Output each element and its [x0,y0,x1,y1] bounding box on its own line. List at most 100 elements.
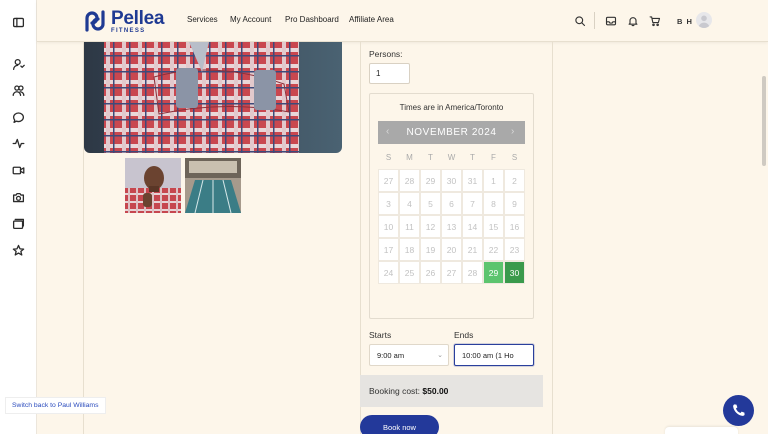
calendar-week: 3 4 5 6 7 8 9 [378,192,525,215]
starts-value: 9:00 am [377,351,405,360]
calendar-grid: S M T W T F S 27 28 29 30 31 1 2 3 4 5 6… [378,146,525,284]
starts-select[interactable]: 9:00 am ⌄ [369,344,449,366]
calendar-day: 27 [441,261,462,284]
calendar-day: 28 [399,169,420,192]
ends-value: 10:00 am (1 Ho [462,351,514,360]
brand-logo[interactable]: Pellea FITNESS [83,8,165,34]
calendar-day: 28 [462,261,483,284]
calendar-week: 24 25 26 27 28 29 30 [378,261,525,284]
thumbnail-portrait[interactable] [125,158,181,213]
calendar-day: 29 [420,169,441,192]
calendar-day: 31 [462,169,483,192]
calendar-day: 27 [378,169,399,192]
calendar-day: 12 [420,215,441,238]
users-icon[interactable] [11,83,25,97]
book-now-button[interactable]: Book now [360,415,439,434]
calendar-day: 22 [483,238,504,261]
ends-select[interactable]: 10:00 am (1 Ho [454,344,534,366]
sidebar-toggle-icon[interactable] [11,15,25,29]
calendar-day: 8 [483,192,504,215]
calendar-week: 27 28 29 30 31 1 2 [378,169,525,192]
scrollbar[interactable] [762,76,766,166]
left-sidebar [0,0,37,434]
weekday-label: T [470,153,475,162]
calendar-day: 1 [483,169,504,192]
thumbnail-pool[interactable] [185,158,241,213]
nav-my-account[interactable]: My Account [230,15,271,24]
calendar-day: 9 [504,192,525,215]
calendar-day: 13 [441,215,462,238]
persons-input[interactable]: 1 [369,63,410,84]
cost-value: $50.00 [422,386,449,396]
search-icon[interactable] [573,14,587,28]
timezone-note: Times are in America/Toronto [399,103,504,112]
calendar-day: 16 [504,215,525,238]
bell-icon[interactable] [626,14,640,28]
calendar-day: 17 [378,238,399,261]
chat-icon[interactable] [11,110,25,124]
phone-icon [733,404,745,416]
logo-subtitle: FITNESS [111,28,146,34]
nav-affiliate-area[interactable]: Affiliate Area [349,15,394,24]
weekday-label: S [385,153,392,162]
nav-services[interactable]: Services [187,15,218,24]
video-icon[interactable] [11,163,25,177]
chevron-down-icon: ⌄ [437,352,443,359]
calendar-week: 10 11 12 13 14 15 16 [378,215,525,238]
cards-icon[interactable] [11,216,25,230]
calendar-day: 20 [441,238,462,261]
calendar-month-label: NOVEMBER 2024 [406,127,497,138]
calendar-day: 25 [399,261,420,284]
header-divider [594,12,595,29]
calendar-day: 15 [483,215,504,238]
calendar-day: 14 [462,215,483,238]
weekday-label: F [491,153,496,162]
weekday-row: S M T W T F S [378,146,525,169]
calendar-day: 24 [378,261,399,284]
camera-icon[interactable] [11,190,25,204]
calendar-header: ‹ NOVEMBER 2024 › [378,121,525,144]
calendar-day: 6 [441,192,462,215]
user-initials[interactable]: B H [677,17,693,26]
top-header: Pellea FITNESS Services My Account Pro D… [37,0,768,42]
calendar-day-selected[interactable]: 30 [504,261,525,284]
persons-label: Persons: [369,49,403,59]
avatar[interactable] [696,12,712,28]
calendar-day: 3 [378,192,399,215]
calendar-day: 4 [399,192,420,215]
calendar-day: 2 [504,169,525,192]
weekday-label: T [428,153,433,162]
weekday-label: W [447,153,456,162]
calendar-day: 5 [420,192,441,215]
calendar-day: 7 [462,192,483,215]
calendar-day: 19 [420,238,441,261]
ends-label: Ends [454,330,474,340]
logo-mark-icon [85,10,105,32]
starts-label: Starts [369,330,392,340]
switch-back-link[interactable]: Switch back to Paul Williams [5,397,106,414]
booking-cost: Booking cost: $50.00 [360,375,543,407]
calendar-day: 10 [378,215,399,238]
calendar-day-selected[interactable]: 29 [483,261,504,284]
nav-pro-dashboard[interactable]: Pro Dashboard [285,15,339,24]
calendar-week: 17 18 19 20 21 22 23 [378,238,525,261]
inbox-icon[interactable] [604,14,618,28]
activity-icon[interactable] [11,136,25,150]
cart-icon[interactable] [648,14,662,28]
calendar-day: 23 [504,238,525,261]
calendar-day: 21 [462,238,483,261]
main-product-photo [84,42,342,153]
user-icon[interactable] [11,57,25,71]
chat-widget-tab[interactable] [665,427,738,434]
calendar-day: 30 [441,169,462,192]
weekday-label: S [511,153,518,162]
cost-label: Booking cost: [369,386,421,396]
weekday-label: M [406,153,413,162]
calendar-day: 11 [399,215,420,238]
phone-call-button[interactable] [723,395,754,426]
calendar-day: 26 [420,261,441,284]
next-month-button[interactable]: › [511,126,514,137]
calendar-day: 18 [399,238,420,261]
logo-name: Pellea [111,8,165,29]
star-icon[interactable] [11,243,25,257]
